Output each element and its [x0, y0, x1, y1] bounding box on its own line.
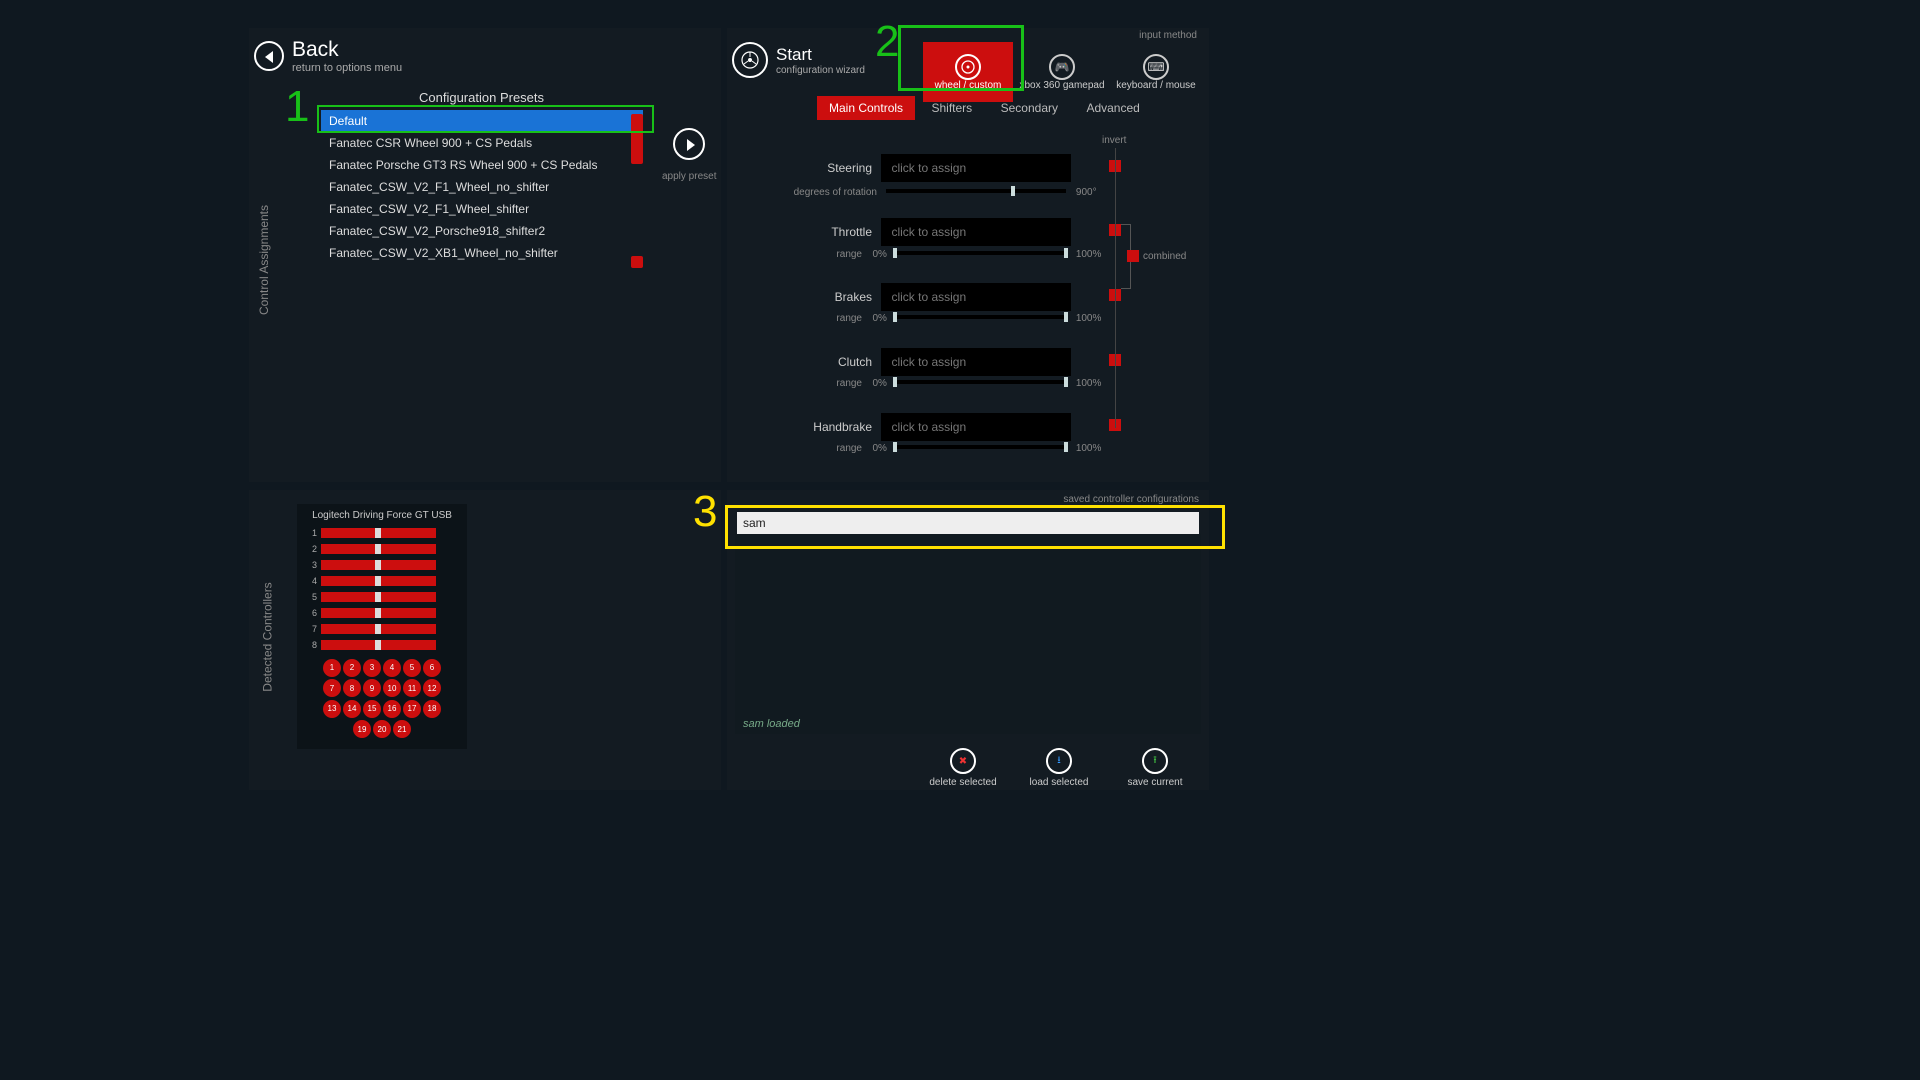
- preset-item[interactable]: Fanatec_CSW_V2_Porsche918_shifter2: [321, 220, 643, 242]
- method-gamepad[interactable]: 🎮 xbox 360 gamepad: [1017, 42, 1107, 102]
- device-title: Logitech Driving Force GT USB: [305, 510, 459, 521]
- controller-button-indicator: 21: [393, 720, 411, 738]
- annotation-2-box: [898, 25, 1024, 91]
- preset-item[interactable]: Fanatec Porsche GT3 RS Wheel 900 + CS Pe…: [321, 154, 643, 176]
- side-label-detected: Detected Controllers: [261, 582, 275, 691]
- throttle-label: Throttle: [797, 225, 872, 239]
- start-subtitle: configuration wizard: [776, 65, 865, 76]
- handbrake-range-slider[interactable]: [893, 445, 1068, 449]
- annotation-2: 2: [875, 20, 899, 64]
- controller-button-indicator: 2: [343, 659, 361, 677]
- tab-advanced[interactable]: Advanced: [1074, 96, 1151, 120]
- invert-label: invert: [1102, 135, 1126, 146]
- annotation-3: 3: [693, 490, 717, 534]
- axis-indicator: [321, 576, 436, 586]
- controller-button-indicator: 4: [383, 659, 401, 677]
- preset-item[interactable]: Fanatec_CSW_V2_XB1_Wheel_no_shifter: [321, 242, 643, 264]
- controller-button-indicator: 9: [363, 679, 381, 697]
- controller-button-indicator: 5: [403, 659, 421, 677]
- controller-button-indicator: 20: [373, 720, 391, 738]
- steering-label: Steering: [797, 161, 872, 175]
- apply-preset-button[interactable]: apply preset: [662, 128, 716, 182]
- axis-indicator: [321, 640, 436, 650]
- annotation-1: 1: [285, 85, 309, 129]
- clutch-label: Clutch: [797, 355, 872, 369]
- controller-button-indicator: 17: [403, 700, 421, 718]
- clutch-assign[interactable]: click to assign: [881, 348, 1071, 376]
- wizard-icon: [732, 42, 768, 78]
- axis-indicator: [321, 608, 436, 618]
- status-text: sam loaded: [743, 718, 800, 730]
- load-selected-button[interactable]: ⭳load selected: [1011, 748, 1107, 788]
- preset-scroll-down[interactable]: [631, 256, 643, 268]
- saved-heading: saved controller configurations: [1063, 494, 1199, 505]
- preset-item[interactable]: Fanatec CSR Wheel 900 + CS Pedals: [321, 132, 643, 154]
- controller-button-indicator: 12: [423, 679, 441, 697]
- apply-icon: [673, 128, 705, 160]
- throttle-assign[interactable]: click to assign: [881, 218, 1071, 246]
- input-method-heading: input method: [1139, 30, 1197, 41]
- save-current-button[interactable]: ⭱save current: [1107, 748, 1203, 788]
- side-label-assignments: Control Assignments: [257, 205, 271, 315]
- back-title: Back: [292, 38, 402, 62]
- delete-selected-button[interactable]: ✖delete selected: [915, 748, 1011, 788]
- controller-button-indicator: 3: [363, 659, 381, 677]
- steering-assign[interactable]: click to assign: [881, 154, 1071, 182]
- preset-list[interactable]: Default Fanatec CSR Wheel 900 + CS Pedal…: [321, 110, 643, 265]
- axis-indicator: [321, 528, 436, 538]
- steering-rotation-slider[interactable]: [886, 189, 1066, 193]
- controller-button-indicator: 1: [323, 659, 341, 677]
- preset-item[interactable]: Fanatec_CSW_V2_F1_Wheel_shifter: [321, 198, 643, 220]
- method-keyboard[interactable]: ⌨ keyboard / mouse: [1111, 42, 1201, 102]
- back-button[interactable]: Back return to options menu: [254, 38, 402, 74]
- brakes-range-slider[interactable]: [893, 315, 1068, 319]
- delete-icon: ✖: [950, 748, 976, 774]
- back-arrow-icon: [254, 41, 284, 71]
- controller-button-indicator: 8: [343, 679, 361, 697]
- detected-device: Logitech Driving Force GT USB 12345678 1…: [297, 504, 467, 749]
- controller-button-indicator: 7: [323, 679, 341, 697]
- handbrake-label: Handbrake: [797, 420, 872, 434]
- controller-button-indicator: 11: [403, 679, 421, 697]
- tab-main-controls[interactable]: Main Controls: [817, 96, 915, 120]
- tab-shifters[interactable]: Shifters: [919, 96, 984, 120]
- start-title: Start: [776, 45, 865, 65]
- throttle-range-slider[interactable]: [893, 251, 1068, 255]
- presets-heading: Configuration Presets: [419, 90, 544, 105]
- axis-indicator: [321, 624, 436, 634]
- controller-button-indicator: 18: [423, 700, 441, 718]
- saved-config-list[interactable]: sam loaded: [735, 534, 1201, 734]
- controller-button-indicator: 15: [363, 700, 381, 718]
- annotation-3-box: [725, 505, 1225, 549]
- controller-button-indicator: 19: [353, 720, 371, 738]
- keyboard-icon: ⌨: [1143, 54, 1169, 80]
- brakes-label: Brakes: [797, 290, 872, 304]
- back-subtitle: return to options menu: [292, 62, 402, 74]
- axis-indicator: [321, 592, 436, 602]
- preset-item[interactable]: Fanatec_CSW_V2_F1_Wheel_no_shifter: [321, 176, 643, 198]
- combined-toggle[interactable]: [1127, 250, 1139, 262]
- axis-indicator: [321, 560, 436, 570]
- save-icon: ⭱: [1142, 748, 1168, 774]
- start-wizard-button[interactable]: Start configuration wizard: [732, 42, 865, 78]
- controller-button-indicator: 6: [423, 659, 441, 677]
- axis-indicator: [321, 544, 436, 554]
- controller-button-indicator: 10: [383, 679, 401, 697]
- handbrake-assign[interactable]: click to assign: [881, 413, 1071, 441]
- controller-button-indicator: 16: [383, 700, 401, 718]
- brakes-assign[interactable]: click to assign: [881, 283, 1071, 311]
- gamepad-icon: 🎮: [1049, 54, 1075, 80]
- controller-button-indicator: 13: [323, 700, 341, 718]
- controller-button-indicator: 14: [343, 700, 361, 718]
- annotation-1-box: [317, 105, 654, 133]
- clutch-range-slider[interactable]: [893, 380, 1068, 384]
- preset-item[interactable]: Fanatec_CSW_V2_XB1_Wheel_shifter2: [321, 264, 643, 265]
- apply-label: apply preset: [662, 171, 716, 182]
- tab-secondary[interactable]: Secondary: [989, 96, 1070, 120]
- load-icon: ⭳: [1046, 748, 1072, 774]
